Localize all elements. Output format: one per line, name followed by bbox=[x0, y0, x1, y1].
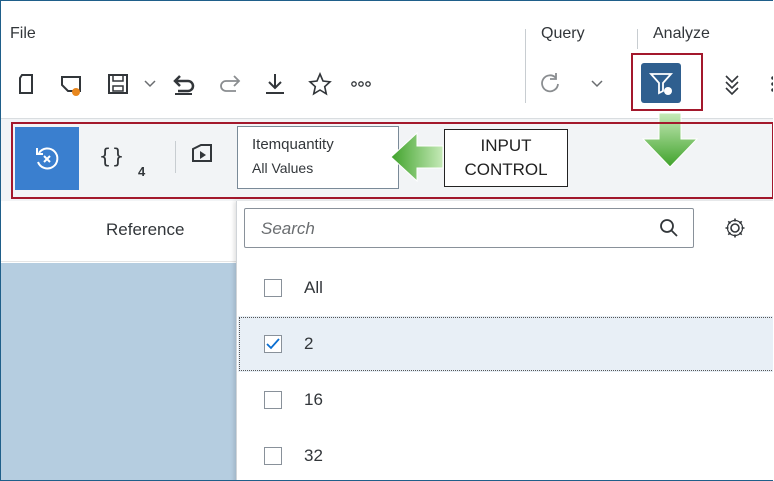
highlight-box-input-control-bar bbox=[11, 122, 773, 199]
checkmark-icon bbox=[266, 338, 280, 350]
checkbox[interactable] bbox=[264, 279, 282, 297]
highlight-box-filter bbox=[631, 53, 703, 111]
app-window: File Query Analyze {} 4 Itemquantity All… bbox=[0, 0, 773, 481]
checkbox[interactable] bbox=[264, 391, 282, 409]
settings-gear-icon[interactable] bbox=[724, 217, 746, 239]
download-icon[interactable] bbox=[262, 71, 288, 97]
list-item-label: 32 bbox=[304, 446, 323, 465]
list-item[interactable]: 32 bbox=[238, 428, 773, 480]
chevron-down-icon[interactable] bbox=[584, 71, 610, 97]
list-item[interactable]: All bbox=[238, 260, 773, 316]
toolbar-separator bbox=[525, 29, 526, 103]
open-document-icon[interactable] bbox=[59, 71, 85, 97]
list-item-label: All bbox=[304, 278, 323, 297]
search-field[interactable] bbox=[244, 208, 694, 249]
checkbox[interactable] bbox=[264, 335, 282, 353]
list-item[interactable]: 16 bbox=[238, 372, 773, 428]
save-icon[interactable] bbox=[105, 71, 131, 97]
refresh-icon[interactable] bbox=[537, 71, 563, 97]
list-item-label: 16 bbox=[304, 390, 323, 409]
list-item-label: 2 bbox=[304, 334, 314, 353]
undo-icon[interactable] bbox=[171, 71, 197, 97]
search-input[interactable] bbox=[259, 209, 643, 249]
overflow-icon[interactable] bbox=[761, 71, 773, 97]
column-header-reference[interactable]: Reference bbox=[106, 220, 184, 240]
table-body bbox=[1, 263, 238, 480]
new-document-icon[interactable] bbox=[13, 71, 39, 97]
more-icon[interactable] bbox=[348, 71, 374, 97]
star-icon[interactable] bbox=[307, 71, 333, 97]
checkbox[interactable] bbox=[264, 447, 282, 465]
search-icon[interactable] bbox=[659, 218, 679, 238]
redo-icon[interactable] bbox=[217, 71, 243, 97]
menu-analyze[interactable]: Analyze bbox=[653, 25, 710, 43]
list-item[interactable]: 2 bbox=[238, 316, 773, 372]
chevron-down-icon[interactable] bbox=[137, 71, 163, 97]
expand-down-icon[interactable] bbox=[719, 71, 745, 97]
menu-query[interactable]: Query bbox=[541, 25, 585, 43]
menu-file[interactable]: File bbox=[10, 25, 36, 43]
toolbar-separator bbox=[637, 29, 638, 49]
